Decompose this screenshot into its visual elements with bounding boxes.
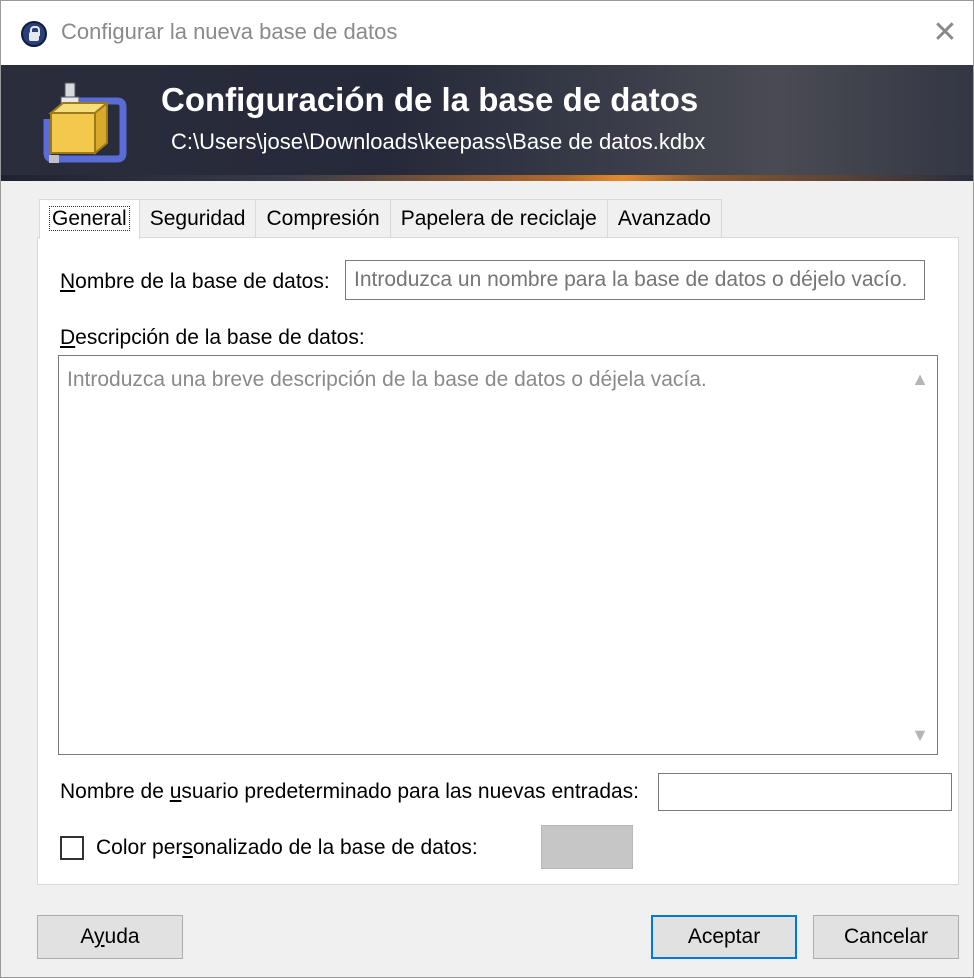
tab-security[interactable]: Seguridad bbox=[138, 199, 257, 237]
description-textarea[interactable]: Introduzca una breve descripción de la b… bbox=[58, 355, 938, 755]
tab-recycle-bin[interactable]: Papelera de reciclaje bbox=[389, 199, 608, 237]
banner-title: Configuración de la base de datos bbox=[161, 81, 699, 118]
custom-color-checkbox[interactable] bbox=[60, 836, 84, 860]
dialog-window: Configurar la nueva base de datos ✕ Conf… bbox=[0, 0, 974, 978]
database-settings-icon bbox=[43, 82, 127, 163]
default-username-input[interactable] bbox=[658, 773, 952, 811]
help-button[interactable]: Ayuda bbox=[37, 915, 183, 959]
db-name-input[interactable] bbox=[345, 260, 925, 300]
color-picker-swatch[interactable] bbox=[541, 825, 633, 869]
description-placeholder: Introduzca una breve descripción de la b… bbox=[67, 368, 707, 391]
custom-color-label[interactable]: Color personalizado de la base de datos: bbox=[96, 836, 478, 860]
tab-strip: General Seguridad Compresión Papelera de… bbox=[39, 199, 722, 239]
general-tab-panel: Nombre de la base de datos: Descripción … bbox=[37, 237, 959, 885]
scroll-down-arrow-icon[interactable]: ▼ bbox=[903, 718, 937, 752]
default-username-label: Nombre de usuario predeterminado para la… bbox=[60, 780, 640, 803]
db-name-label: Nombre de la base de datos: bbox=[60, 270, 330, 293]
ok-button[interactable]: Aceptar bbox=[651, 915, 797, 959]
header-banner: Configuración de la base de datos C:\Use… bbox=[1, 65, 973, 181]
cancel-button[interactable]: Cancelar bbox=[813, 915, 959, 959]
keepass-lock-icon bbox=[21, 21, 47, 47]
description-label: Descripción de la base de datos: bbox=[60, 326, 365, 349]
window-title: Configurar la nueva base de datos bbox=[61, 19, 398, 44]
scroll-up-arrow-icon[interactable]: ▲ bbox=[903, 362, 937, 396]
close-icon[interactable]: ✕ bbox=[927, 15, 963, 51]
description-scrollbar[interactable]: ▲ ▼ bbox=[903, 356, 937, 754]
tab-compression[interactable]: Compresión bbox=[255, 199, 391, 237]
tab-general[interactable]: General bbox=[39, 199, 140, 239]
tab-advanced[interactable]: Avanzado bbox=[606, 199, 722, 237]
database-path: C:\Users\jose\Downloads\keepass\Base de … bbox=[171, 129, 706, 154]
title-bar: Configurar la nueva base de datos ✕ bbox=[1, 1, 973, 65]
